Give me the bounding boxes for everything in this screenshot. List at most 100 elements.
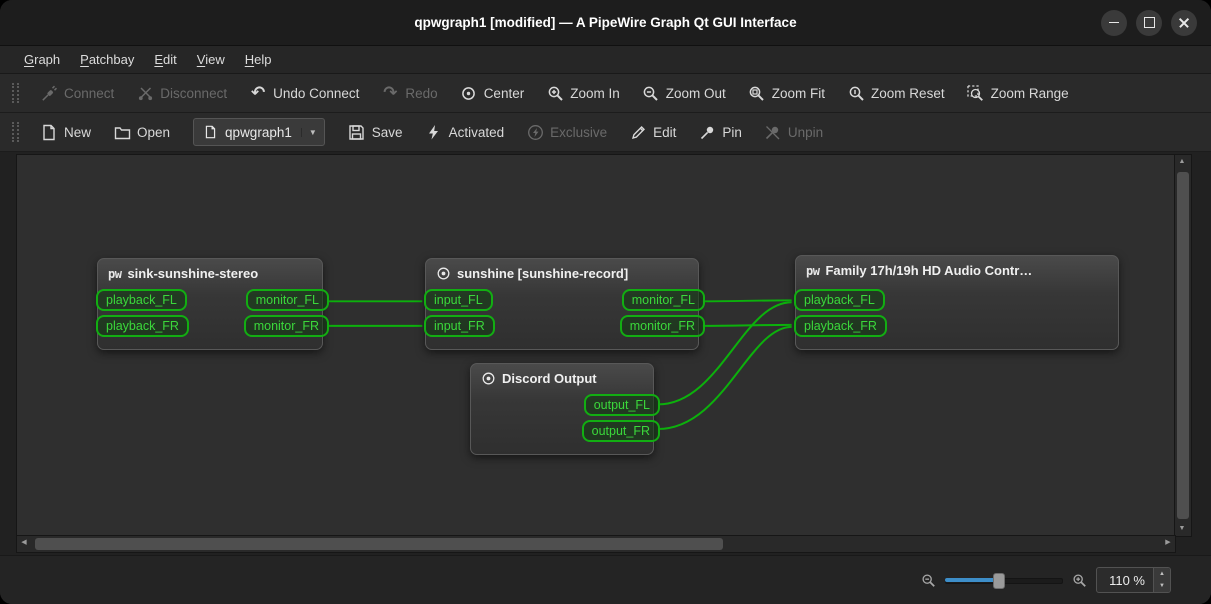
vertical-scrollbar[interactable]: ▲ ▼ (1174, 154, 1192, 537)
menu-patchbay[interactable]: Patchbay (70, 48, 144, 71)
maximize-button[interactable] (1136, 10, 1162, 36)
activated-toggle[interactable]: Activated (414, 117, 516, 147)
node-sink-sunshine-stereo[interactable]: pw sink-sunshine-stereo playback_FL moni… (97, 258, 323, 350)
spin-down-icon[interactable]: ▼ (1154, 580, 1170, 592)
menu-view[interactable]: View (187, 48, 235, 71)
zoom-reset-icon (847, 84, 865, 102)
horizontal-scrollbar[interactable]: ◀ ▶ (16, 535, 1176, 553)
scroll-up-icon[interactable]: ▲ (1175, 155, 1189, 169)
port-output[interactable]: monitor_FR (244, 315, 329, 337)
zoom-slider[interactable] (945, 571, 1063, 589)
pin-icon (698, 123, 716, 141)
node-header: pw Family 17h/19h HD Audio Contr… (796, 256, 1118, 281)
save-button[interactable]: Save (337, 117, 414, 147)
record-stream-icon (481, 371, 496, 386)
close-button[interactable] (1171, 10, 1197, 36)
zoom-out-small-icon (921, 573, 936, 588)
node-discord-output[interactable]: Discord Output output_FL output_FR (470, 363, 654, 455)
save-icon (348, 123, 366, 141)
maximize-icon (1144, 17, 1155, 28)
window-title: qpwgraph1 [modified] — A PipeWire Graph … (414, 15, 796, 30)
port-output[interactable]: monitor_FL (622, 289, 705, 311)
zoom-fit-icon (748, 84, 766, 102)
horizontal-scrollbar-thumb[interactable] (35, 538, 723, 550)
zoom-range-button[interactable]: Zoom Range (956, 78, 1080, 108)
menu-help[interactable]: Help (235, 48, 282, 71)
port-input[interactable]: playback_FL (96, 289, 187, 311)
undo-icon: ↶ (249, 84, 267, 102)
toolbar-patchbay: New Open qpwgraph1 ▼ (0, 113, 1211, 152)
center-icon (460, 84, 478, 102)
cable-sunshine-to-family-fl (703, 300, 792, 301)
port-input[interactable]: input_FR (424, 315, 495, 337)
menu-edit[interactable]: Edit (144, 48, 186, 71)
zoom-reset-button[interactable]: Zoom Reset (836, 78, 956, 108)
window-controls (1101, 0, 1197, 45)
minimize-button[interactable] (1101, 10, 1127, 36)
patchbay-file-icon (201, 123, 219, 141)
zoom-fit-button[interactable]: Zoom Fit (737, 78, 836, 108)
combo-value: qpwgraph1 (225, 125, 292, 140)
titlebar: qpwgraph1 [modified] — A PipeWire Graph … (0, 0, 1211, 46)
pipewire-icon: pw (806, 264, 819, 278)
center-button[interactable]: Center (449, 78, 536, 108)
zoom-slider-handle[interactable] (993, 573, 1005, 589)
zoom-slider-fill (945, 578, 998, 582)
port-output[interactable]: monitor_FL (246, 289, 329, 311)
node-title: sink-sunshine-stereo (127, 266, 258, 281)
zoom-value[interactable]: 110 % (1097, 568, 1153, 592)
edit-button[interactable]: Edit (618, 117, 687, 147)
open-button[interactable]: Open (102, 117, 181, 147)
graph-canvas[interactable]: pw sink-sunshine-stereo playback_FL moni… (16, 154, 1176, 537)
pipewire-icon: pw (108, 267, 121, 281)
port-list: playback_FL playback_FR (796, 281, 1118, 349)
chevron-down-icon: ▼ (301, 128, 317, 137)
connect-icon (40, 84, 58, 102)
menubar: Graph Patchbay Edit View Help (0, 46, 1211, 74)
toolbar-grip-icon[interactable] (12, 122, 19, 142)
zoom-in-icon (546, 84, 564, 102)
node-title: Discord Output (502, 371, 597, 386)
zoom-out-button[interactable]: Zoom Out (631, 78, 737, 108)
port-output[interactable]: monitor_FR (620, 315, 705, 337)
close-icon (1178, 17, 1190, 29)
zoom-range-icon (967, 84, 985, 102)
undo-connect-button[interactable]: ↶ Undo Connect (238, 78, 370, 108)
port-list: playback_FL monitor_FL playback_FR monit… (98, 284, 322, 349)
node-header: Discord Output (471, 364, 653, 389)
node-title: sunshine [sunshine-record] (457, 266, 628, 281)
port-input[interactable]: playback_FR (794, 315, 887, 337)
spin-up-icon[interactable]: ▲ (1154, 568, 1170, 580)
exclusive-toggle: Exclusive (515, 117, 618, 147)
zoom-in-button[interactable]: Zoom In (535, 78, 631, 108)
menu-graph[interactable]: Graph (14, 48, 70, 71)
toolbar-grip-icon[interactable] (12, 83, 19, 103)
port-input[interactable]: playback_FL (794, 289, 885, 311)
zoom-spinbox[interactable]: 110 % ▲ ▼ (1096, 567, 1171, 593)
statusbar: 110 % ▲ ▼ (0, 555, 1211, 604)
port-output[interactable]: output_FL (584, 394, 660, 416)
port-input[interactable]: input_FL (424, 289, 493, 311)
central-area: pw sink-sunshine-stereo playback_FL moni… (0, 152, 1211, 555)
new-button[interactable]: New (29, 117, 102, 147)
scroll-down-icon[interactable]: ▼ (1175, 522, 1189, 536)
unpin-button: Unpin (753, 117, 834, 147)
vertical-scrollbar-thumb[interactable] (1177, 172, 1189, 519)
toolbar-graph: Connect Disconnect ↶ Undo Connect ↷ Redo (0, 74, 1211, 113)
disconnect-icon (136, 84, 154, 102)
node-header: pw sink-sunshine-stereo (98, 259, 322, 284)
zoom-out-icon (642, 84, 660, 102)
node-title: Family 17h/19h HD Audio Contr… (825, 263, 1032, 278)
open-folder-icon (113, 123, 131, 141)
port-input[interactable]: playback_FR (96, 315, 189, 337)
scroll-right-icon[interactable]: ▶ (1161, 536, 1175, 549)
minimize-icon (1109, 22, 1119, 24)
redo-icon: ↷ (381, 84, 399, 102)
node-family-hd-audio[interactable]: pw Family 17h/19h HD Audio Contr… playba… (795, 255, 1119, 350)
pin-button[interactable]: Pin (687, 117, 753, 147)
node-sunshine-record[interactable]: sunshine [sunshine-record] input_FL moni… (425, 258, 699, 350)
port-output[interactable]: output_FR (582, 420, 660, 442)
spinbox-buttons: ▲ ▼ (1153, 568, 1170, 592)
patchbay-session-combo[interactable]: qpwgraph1 ▼ (193, 118, 325, 146)
scroll-left-icon[interactable]: ◀ (17, 536, 31, 549)
